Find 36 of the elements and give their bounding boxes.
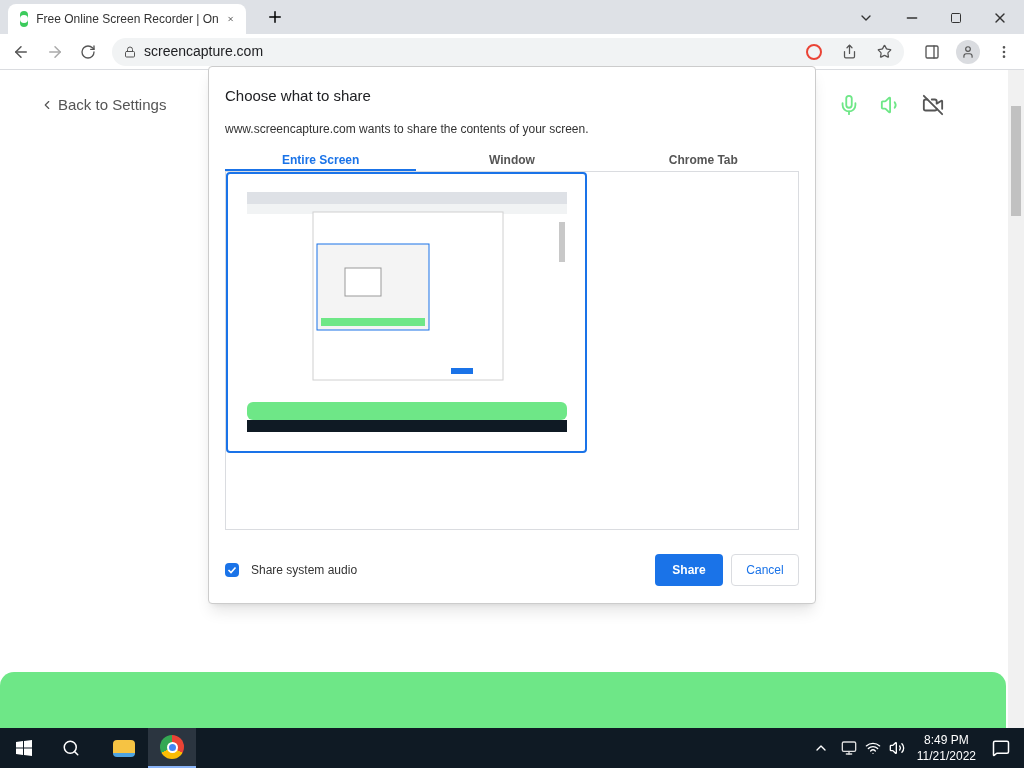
side-panel-icon[interactable]	[924, 43, 940, 60]
clock-time: 8:49 PM	[924, 732, 969, 748]
source-tab[interactable]: Window	[416, 150, 608, 171]
cancel-button[interactable]: Cancel	[731, 553, 799, 586]
source-tab[interactable]: Entire Screen	[225, 150, 417, 171]
audio-checkbox[interactable]	[225, 562, 239, 577]
clock-date: 11/21/2022	[916, 748, 976, 764]
dialog-title: Choose what to share	[225, 86, 372, 106]
windows-start-icon[interactable]	[16, 740, 32, 756]
network-icon[interactable]	[864, 740, 881, 756]
star-icon[interactable]	[877, 44, 892, 59]
check-icon	[227, 564, 237, 575]
url-text: screencapture.com	[144, 42, 264, 61]
profile-icon[interactable]	[956, 39, 980, 64]
folder-icon	[113, 739, 135, 757]
lock-icon	[124, 45, 136, 58]
maximize-icon[interactable]	[950, 12, 962, 24]
reload-icon[interactable]	[80, 43, 96, 60]
volume-icon[interactable]	[888, 740, 905, 756]
back-link[interactable]: Back to Settings	[40, 94, 167, 117]
favicon-icon	[20, 11, 29, 27]
tab-title: Free Online Screen Recorder | On	[36, 11, 219, 28]
share-icon[interactable]	[842, 44, 857, 59]
search-icon[interactable]	[62, 739, 80, 757]
audio-label: Share system audio	[251, 561, 358, 579]
taskbar-app[interactable]	[148, 728, 196, 768]
browser-tab[interactable]: Free Online Screen Recorder | On	[8, 4, 246, 34]
source-tile[interactable]	[226, 171, 587, 453]
address-bar[interactable]: screencapture.com	[112, 37, 904, 66]
notifications-icon[interactable]	[992, 739, 1010, 757]
chrome-icon	[160, 735, 184, 759]
new-tab-icon[interactable]	[266, 8, 284, 26]
source-tab[interactable]: Chrome Tab	[607, 150, 799, 171]
camera-off-icon[interactable]	[922, 94, 944, 117]
dialog-message: www.screencapture.com wants to share the contents of your screen.	[225, 120, 590, 138]
share-button[interactable]: Share	[655, 553, 723, 586]
